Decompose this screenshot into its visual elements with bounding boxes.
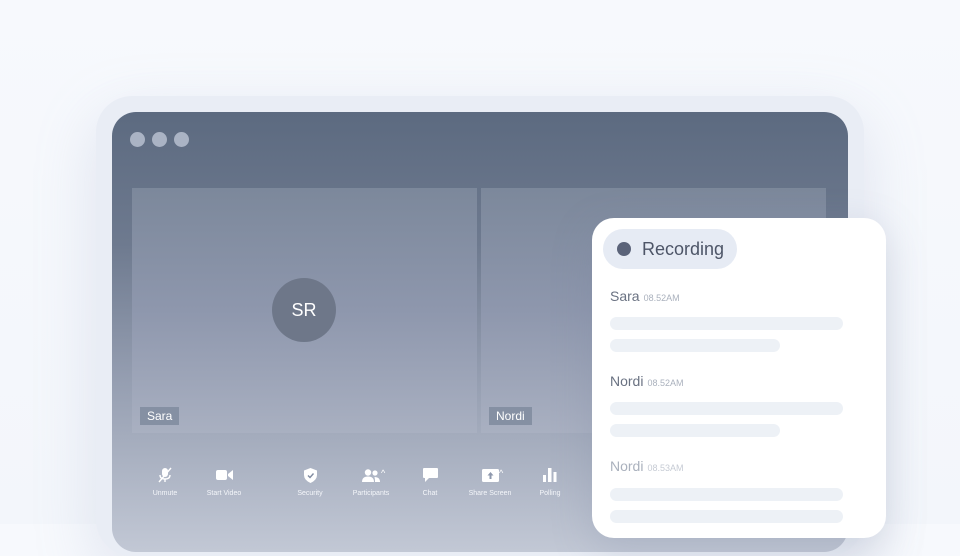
shield-icon <box>275 464 345 486</box>
avatar-initials: SR <box>291 299 317 320</box>
participant-name-tag: Nordi <box>489 407 532 425</box>
message-text-placeholder <box>610 402 843 415</box>
video-camera-icon <box>189 464 259 486</box>
polling-label: Polling <box>539 490 561 497</box>
avatar: SR <box>272 278 336 342</box>
window-dot-minimize[interactable] <box>152 132 167 147</box>
message-sender: Nordi <box>610 373 644 389</box>
share-screen-caret-icon[interactable]: ^ <box>499 468 503 478</box>
message-sender: Nordi <box>610 458 644 474</box>
security-label: Security <box>297 490 323 497</box>
chat-message: Sara 08.52AM <box>610 288 680 306</box>
bar-chart-icon <box>515 464 585 486</box>
participants-caret-icon[interactable]: ^ <box>381 468 385 478</box>
recording-label: Recording <box>642 238 725 259</box>
participant-name-tag: Sara <box>140 407 180 425</box>
message-sender: Sara <box>610 288 640 304</box>
window-controls <box>130 132 189 147</box>
video-tile-sara[interactable]: SR Sara <box>132 188 477 433</box>
window-dot-close[interactable] <box>130 132 145 147</box>
recording-indicator[interactable]: Recording <box>603 229 737 269</box>
message-text-placeholder <box>610 424 780 437</box>
message-time: 08.53AM <box>647 463 684 473</box>
start-video-button[interactable]: Start Video <box>189 464 259 497</box>
message-time: 08.52AM <box>647 378 684 388</box>
window-dot-maximize[interactable] <box>174 132 189 147</box>
security-button[interactable]: Security <box>275 464 345 497</box>
message-time: 08.52AM <box>643 293 680 303</box>
message-text-placeholder <box>610 510 843 523</box>
chat-message: Nordi 08.53AM <box>610 458 684 476</box>
message-text-placeholder <box>610 317 843 330</box>
message-text-placeholder <box>610 488 843 501</box>
message-text-placeholder <box>610 339 780 352</box>
chat-message: Nordi 08.52AM <box>610 373 684 391</box>
recording-dot-icon <box>617 242 631 256</box>
recording-chat-panel: Recording Sara 08.52AM Nordi 08.52AM Nordi… <box>592 218 886 538</box>
start-video-label: Start Video <box>206 490 242 497</box>
polling-button[interactable]: Polling <box>515 464 585 497</box>
